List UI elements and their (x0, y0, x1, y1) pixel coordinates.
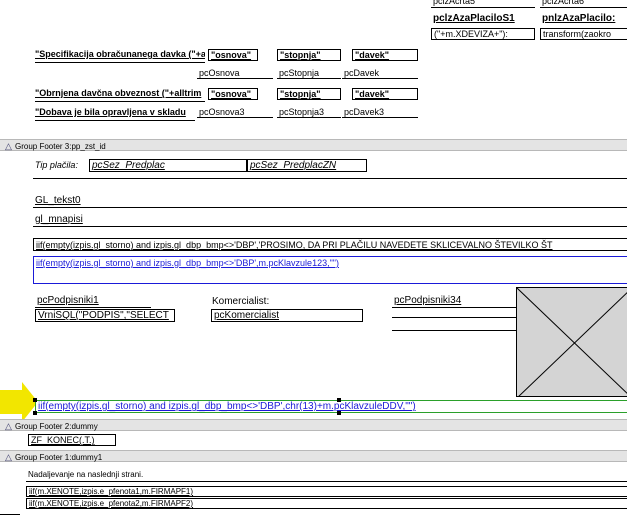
label-stopnja-2[interactable]: "stopnja" (277, 88, 341, 100)
field-gl-mnapisi[interactable]: gl_mnapisi (35, 214, 135, 226)
field-pcsez-predplaczn[interactable]: pcSez_PredplacZN (247, 159, 367, 172)
band-title: Group Footer 1:dummy1 (15, 453, 103, 462)
label-tip-placila[interactable]: Tip plačila: (35, 160, 91, 172)
field-pcosnova3[interactable]: pcOsnova3 (197, 107, 273, 118)
divider-podpis-1 (392, 317, 516, 318)
selection-handle-tl[interactable] (33, 398, 37, 402)
label-stopnja-1[interactable]: "stopnja" (277, 49, 341, 61)
label-obrnjena[interactable]: "Obrnjena davčna obveznost ("+alltrim (35, 88, 205, 100)
band-title: Group Footer 2:dummy (15, 422, 98, 431)
field-pcsez-predplac[interactable]: pcSez_Predplac (89, 159, 247, 172)
field-pcosnova[interactable]: pcOsnova (197, 68, 273, 79)
field-vrnisql-podpis[interactable]: VrniSQL("PODPIS","SELECT (35, 309, 175, 322)
divider-line-1 (33, 178, 627, 179)
selection-handle-bm[interactable] (337, 411, 341, 415)
label-specifikacija[interactable]: "Specifikacija obračunanega davka ("+all… (35, 49, 205, 61)
field-pcstopnja3[interactable]: pcStopnja3 (277, 107, 341, 118)
label-dobava[interactable]: "Dobava je bila opravljena v skladu (35, 107, 195, 119)
field-pnlzazaplacilo[interactable]: pnlzAzaPlacilo: (540, 12, 627, 25)
selection-handle-tm[interactable] (337, 398, 341, 402)
field-xdeviza[interactable]: ("+m.XDEVIZA+"): (431, 28, 535, 40)
field-pclzacrta5[interactable]: pclzAcrta5 (431, 0, 535, 8)
label-davek-1[interactable]: "davek" (352, 49, 418, 61)
label-davek-2[interactable]: "davek" (352, 88, 418, 100)
yellow-arrow-icon (0, 382, 40, 422)
divider-bottom (0, 514, 20, 515)
field-zf-konec[interactable]: ZF_KONEC(.T.) (28, 434, 116, 446)
field-gl-tekst0[interactable]: GL_tekst0 (35, 195, 135, 207)
field-iif-pcklavzuleddv[interactable]: iif(empty(izpis.gl_storno) and izpis.gl_… (35, 400, 627, 413)
divider-gl-tekst0 (33, 207, 627, 208)
field-pclzazaplacilos1[interactable]: pclzAzaPlaciloS1 (431, 12, 535, 25)
field-iif-pcklavzule123[interactable]: iif(empty(izpis.gl_storno) and izpis.gl_… (33, 256, 627, 284)
image-placeholder-cross (517, 288, 627, 396)
field-pcpodpisniki34[interactable]: pcPodpisniki34 (392, 295, 516, 308)
label-osnova-overlap-1[interactable]: "osnova" (208, 49, 258, 61)
band-title: Group Footer 3:pp_zst_id (15, 142, 106, 151)
field-iif-prosimo[interactable]: iif(empty(izpis.gl_storno) and izpis.gl_… (33, 238, 627, 251)
selection-handle-bl[interactable] (33, 411, 37, 415)
label-nadaljevanje[interactable]: Nadaljevanje na naslednji strani. (28, 469, 228, 481)
label-osnova-overlap-2[interactable]: "osnova" (208, 88, 258, 100)
field-pcdavek3[interactable]: pcDavek3 (342, 107, 418, 118)
triangle-up-icon[interactable]: △ (5, 451, 15, 463)
field-iif-xenote-1[interactable]: iif(m.XENOTE,izpis.e_pfenota1,m.FIRMAPF1… (26, 486, 627, 497)
triangle-up-icon[interactable]: △ (5, 420, 15, 432)
field-pckomercialist[interactable]: pcKomercialist (211, 309, 363, 322)
field-pcpodpisniki1[interactable]: pcPodpisniki1 (35, 295, 151, 308)
band-group-footer-3[interactable]: △ Group Footer 3:pp_zst_id (0, 139, 627, 151)
band-group-footer-1[interactable]: △ Group Footer 1:dummy1 (0, 450, 627, 462)
triangle-up-icon[interactable]: △ (5, 140, 15, 152)
divider-dobava (35, 120, 195, 121)
divider-nadaljevanje (26, 481, 627, 482)
field-pcstopnja[interactable]: pcStopnja (277, 68, 341, 79)
divider-spec (35, 62, 205, 63)
image-placeholder-icon[interactable] (516, 287, 627, 397)
divider-podpis-2 (392, 330, 516, 331)
divider-obrnjena (35, 101, 205, 102)
field-pclzacrta6[interactable]: pclzAcrta6 (540, 0, 627, 8)
divider-gl-mnapisi (33, 226, 627, 227)
label-komercialist[interactable]: Komercialist: (212, 296, 302, 308)
field-iif-xenote-2[interactable]: iif(m.XENOTE,izpis.e_pfenota2,m.FIRMAPF2… (26, 498, 627, 509)
field-pcdavek[interactable]: pcDavek (342, 68, 418, 79)
field-transform-zaokro[interactable]: transform(zaokro (540, 28, 627, 40)
band-group-footer-2[interactable]: △ Group Footer 2:dummy (0, 419, 627, 431)
